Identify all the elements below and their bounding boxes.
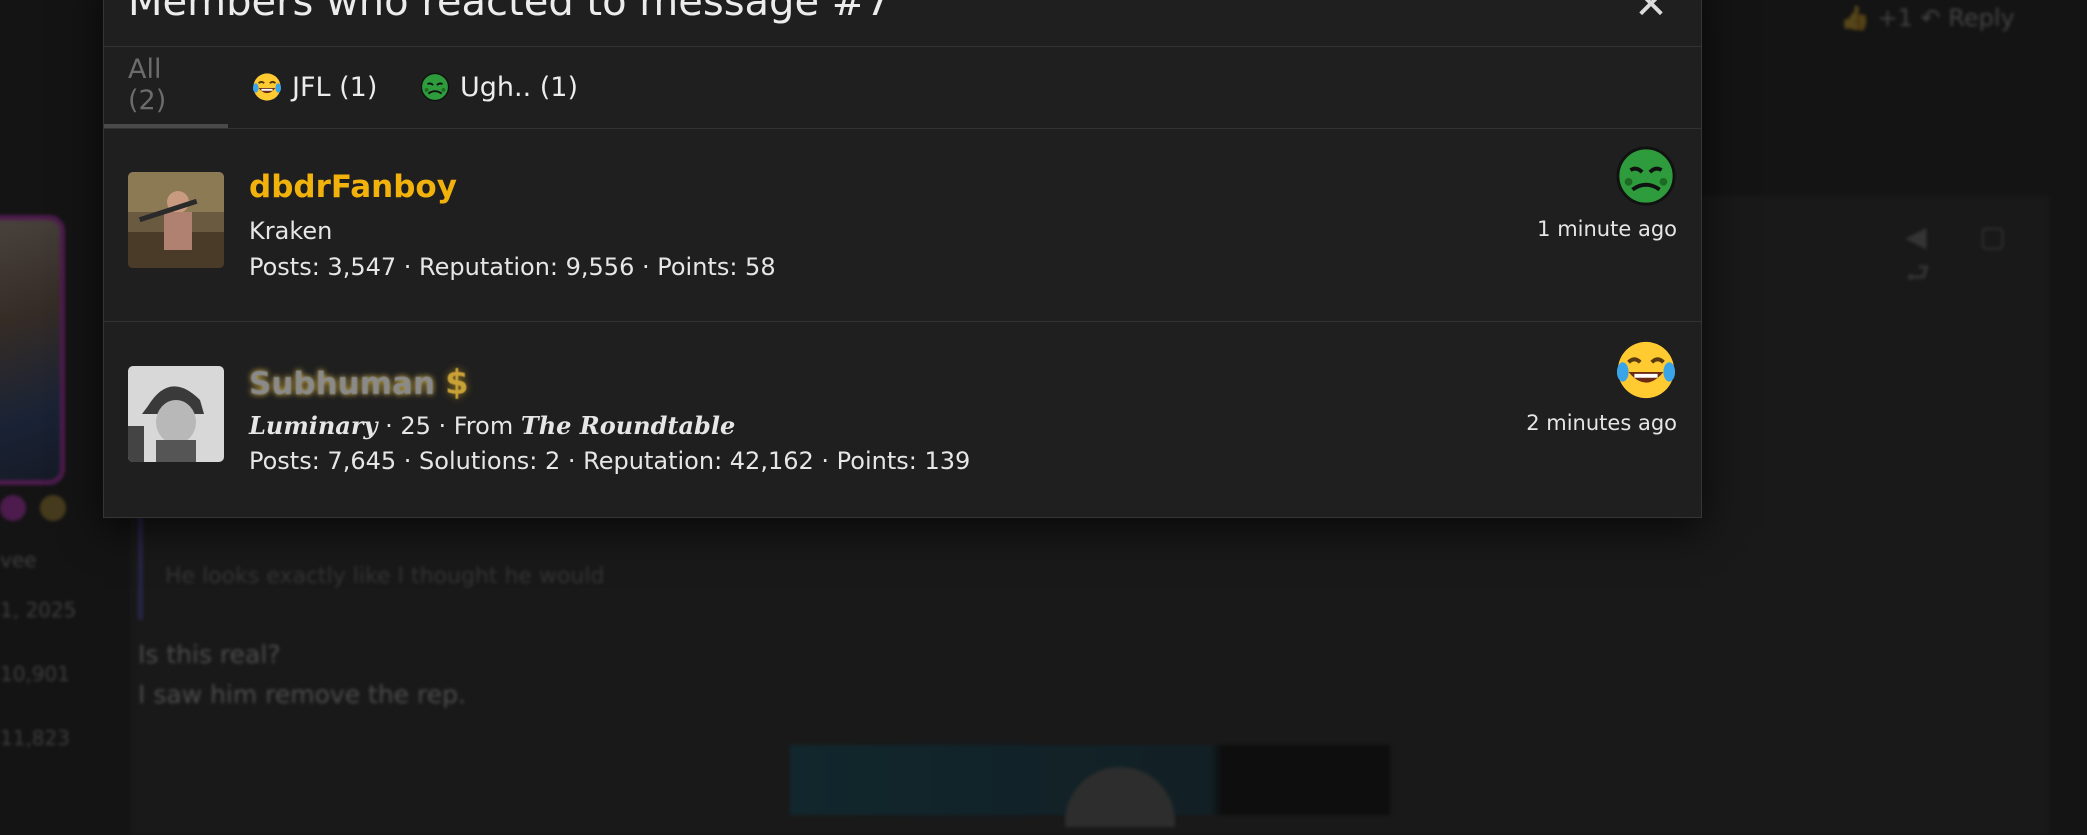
username[interactable]: dbdrFanboy [249,169,457,205]
tab-ugh[interactable]: Ugh.. (1) [396,46,602,128]
user-title: Kraken [249,217,333,245]
reactions-modal: Members who reacted to message #7 ✕ All … [103,0,1702,518]
user-stats: Posts: 7,645 · Solutions: 2 · Reputation… [249,447,971,475]
background-author-avatar [0,215,65,485]
reaction-time: 2 minutes ago [1526,411,1677,435]
modal-title: Members who reacted to message #7 [128,0,891,25]
avatar[interactable] [128,366,224,462]
post-tools-icons[interactable]: ◀ ▢ ⮐ [1905,220,2087,301]
user-rank: Luminary [249,411,378,440]
reaction-tabs: All (2) JFL (1) Ugh.. (1) [104,46,1701,129]
username[interactable]: Subhuman $ [249,363,469,403]
avatar-image [128,366,224,462]
background-stat: 10,901 [0,662,70,686]
reaction-time: 1 minute ago [1537,217,1677,241]
tab-all[interactable]: All (2) [104,46,228,128]
avatar[interactable] [128,172,224,268]
joy-emoji-icon [1616,341,1676,399]
tab-label: Ugh.. (1) [460,71,579,103]
post-image [790,745,1390,827]
user-location: The Roundtable [520,411,736,440]
post-line: I saw him remove the rep. [138,680,466,709]
background-stat: 11,823 [0,726,70,750]
image-subject [1065,767,1175,827]
nauseated-emoji-icon [1616,146,1676,206]
post-line: Is this real? [138,640,281,669]
tab-jfl[interactable]: JFL (1) [228,46,401,128]
tab-label: All (2) [128,54,167,116]
user-title: Luminary · 25 · From The Roundtable [249,411,735,440]
member-row: dbdrFanboy Kraken Posts: 3,547 · Reputat… [104,129,1701,322]
member-row: Subhuman $ Luminary · 25 · From The Round… [104,323,1701,516]
joy-emoji-icon [252,73,282,101]
quote-text: He looks exactly like I thought he would [165,564,605,589]
tab-label: JFL (1) [292,71,378,103]
post-actions[interactable]: 👍 +1 ↶ Reply [1840,4,2015,32]
user-stats: Posts: 3,547 · Reputation: 9,556 · Point… [249,253,776,281]
background-stat: vee [0,548,37,572]
modal-header: Members who reacted to message #7 ✕ [104,0,1701,47]
close-button[interactable]: ✕ [1631,0,1671,25]
username-text: Subhuman [249,366,436,402]
badge-icon [40,495,66,521]
user-title-mid: · 25 · From [377,412,521,440]
badge-icon [0,495,26,521]
nauseated-emoji-icon [420,72,450,102]
avatar-image [128,172,224,268]
dollar-badge-icon: $ [445,363,469,403]
background-stat: 1, 2025 [0,598,77,622]
